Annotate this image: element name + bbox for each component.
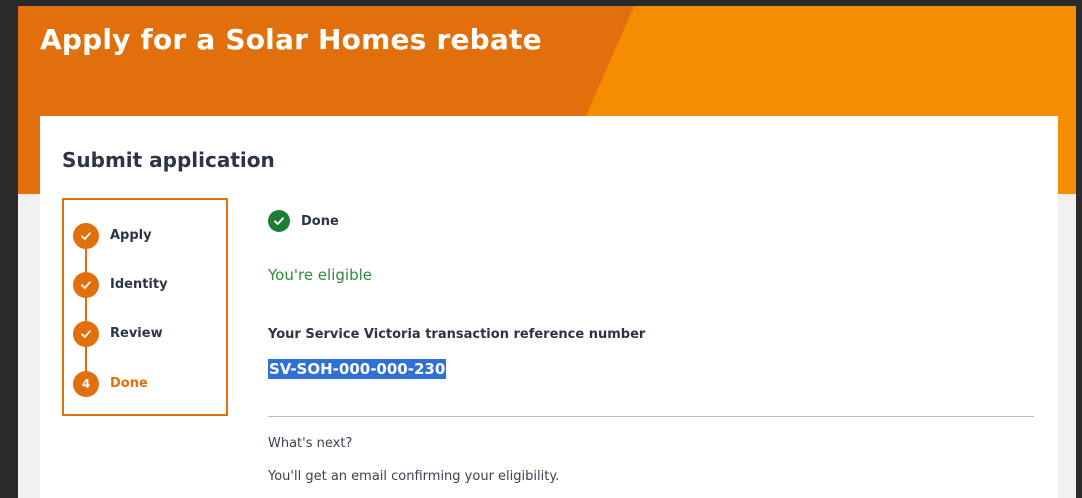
- stepper-connector-line: [85, 234, 87, 382]
- reference-number[interactable]: SV-SOH-000-000-230: [268, 359, 447, 379]
- step-label: Review: [110, 326, 163, 341]
- app-screen: Apply for a Solar Homes rebate Submit ap…: [18, 6, 1076, 498]
- step-apply: Apply: [73, 223, 223, 251]
- step-review: Review: [73, 321, 223, 349]
- application-card: Submit application Apply Identity Review…: [40, 116, 1058, 498]
- reference-number-label: Your Service Victoria transaction refere…: [268, 327, 646, 342]
- next-steps-heading: What's next?: [268, 436, 353, 451]
- section-divider: [268, 416, 1034, 417]
- step-done: 4 Done: [73, 371, 223, 399]
- page-title: Apply for a Solar Homes rebate: [40, 23, 542, 56]
- eligibility-message: You're eligible: [268, 266, 372, 284]
- next-steps-text: You'll get an email confirming your elig…: [268, 469, 560, 484]
- step-number: 4: [73, 371, 99, 397]
- check-circle-icon: [268, 210, 290, 232]
- check-icon: [73, 223, 99, 249]
- step-label: Done: [110, 376, 148, 391]
- status-label: Done: [301, 214, 339, 229]
- status-row: Done: [268, 210, 568, 234]
- step-label: Identity: [110, 277, 168, 292]
- check-icon: [73, 272, 99, 298]
- step-label: Apply: [110, 228, 152, 243]
- check-icon: [73, 321, 99, 347]
- step-identity: Identity: [73, 272, 223, 300]
- card-title: Submit application: [62, 148, 275, 172]
- progress-stepper: Apply Identity Review 4 Done: [62, 198, 228, 416]
